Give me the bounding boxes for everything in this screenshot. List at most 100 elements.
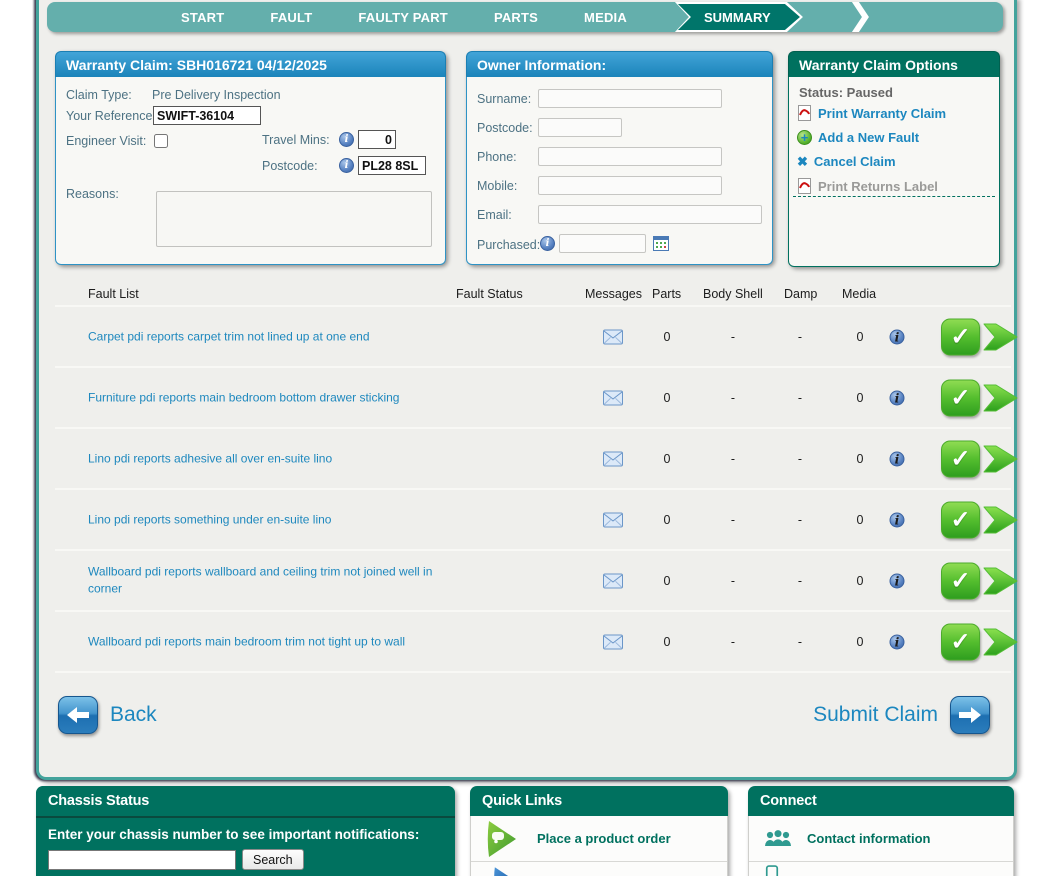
purchased-info-icon[interactable]: i — [540, 236, 555, 251]
chassis-number-input[interactable] — [48, 850, 236, 870]
open-fault-arrow-button[interactable] — [983, 622, 1019, 662]
connect-title: Connect — [760, 793, 817, 809]
messages-icon[interactable] — [603, 329, 623, 344]
engineer-visit-checkbox[interactable] — [154, 134, 168, 148]
open-fault-arrow-button[interactable] — [983, 378, 1019, 418]
open-fault-arrow-button[interactable] — [983, 561, 1019, 601]
info-icon[interactable]: i — [890, 390, 905, 405]
media-count: 0 — [857, 574, 864, 588]
options-panel-header: Warranty Claim Options — [788, 51, 1000, 77]
fault-link[interactable]: Lino pdi reports adhesive all over en-su… — [88, 450, 464, 467]
surname-input[interactable] — [538, 89, 722, 108]
info-icon[interactable]: i — [890, 451, 905, 466]
messages-icon[interactable] — [603, 390, 623, 405]
media-count: 0 — [857, 330, 864, 344]
tab-fault[interactable]: FAULT — [270, 10, 312, 25]
engineer-visit-label: Engineer Visit: — [66, 134, 146, 148]
reasons-textarea[interactable] — [156, 191, 432, 247]
add-new-fault-link[interactable]: + Add a New Fault — [797, 130, 919, 145]
fault-complete-check-button[interactable]: ✓ — [941, 379, 980, 416]
fault-complete-check-button[interactable]: ✓ — [941, 440, 980, 477]
body-shell-value: - — [731, 330, 735, 344]
owner-information-header: Owner Information: — [466, 51, 773, 77]
connect-partial-row[interactable] — [749, 862, 1013, 876]
table-row: Wallboard pdi reports main bedroom trim … — [55, 612, 1011, 673]
messages-icon[interactable] — [603, 512, 623, 527]
phone-input[interactable] — [538, 147, 722, 166]
connect-icon — [763, 865, 781, 876]
owner-postcode-input[interactable] — [538, 118, 622, 137]
purchased-date-input[interactable] — [559, 234, 646, 253]
cancel-claim-link[interactable]: ✖ Cancel Claim — [797, 154, 896, 169]
messages-icon[interactable] — [603, 634, 623, 649]
print-warranty-claim-link[interactable]: Print Warranty Claim — [797, 105, 946, 121]
place-product-order-label: Place a product order — [537, 831, 671, 846]
claim-postcode-input[interactable] — [358, 156, 426, 175]
email-input[interactable] — [538, 205, 762, 224]
tab-start[interactable]: START — [181, 10, 224, 25]
connect-header: Connect — [748, 786, 1014, 816]
parts-count: 0 — [664, 574, 671, 588]
claim-postcode-label: Postcode: — [262, 159, 318, 173]
tab-parts[interactable]: PARTS — [494, 10, 538, 25]
submit-claim-label[interactable]: Submit Claim — [813, 703, 938, 727]
open-fault-arrow-button[interactable] — [983, 317, 1019, 357]
quick-link-partial-row[interactable] — [471, 862, 727, 876]
travel-mins-input[interactable] — [358, 130, 396, 149]
warranty-claim-panel-header: Warranty Claim: SBH016721 04/12/2025 — [55, 51, 446, 77]
fault-link[interactable]: Wallboard pdi reports wallboard and ceil… — [88, 563, 464, 598]
arrow-left-icon — [65, 704, 91, 726]
tab-media[interactable]: MEDIA — [584, 10, 627, 25]
travel-mins-label: Travel Mins: — [262, 133, 330, 147]
contact-information-link[interactable]: Contact information — [749, 816, 1013, 862]
fault-complete-check-button[interactable]: ✓ — [941, 318, 980, 355]
cancel-claim-label: Cancel Claim — [814, 154, 896, 169]
table-row: Wallboard pdi reports wallboard and ceil… — [55, 551, 1011, 612]
your-reference-input[interactable] — [153, 106, 261, 125]
product-order-icon — [485, 819, 519, 859]
back-button[interactable] — [58, 696, 98, 734]
fault-complete-check-button[interactable]: ✓ — [941, 562, 980, 599]
mobile-input[interactable] — [538, 176, 722, 195]
media-count: 0 — [857, 452, 864, 466]
damp-value: - — [798, 574, 802, 588]
contact-information-label: Contact information — [807, 831, 931, 846]
messages-icon[interactable] — [603, 451, 623, 466]
info-icon[interactable]: i — [890, 329, 905, 344]
fault-link[interactable]: Carpet pdi reports carpet trim not lined… — [88, 328, 464, 345]
back-label[interactable]: Back — [110, 703, 157, 727]
fault-link[interactable]: Lino pdi reports something under en-suit… — [88, 511, 464, 528]
warranty-claim-title: Warranty Claim: SBH016721 04/12/2025 — [66, 57, 327, 73]
calendar-icon[interactable] — [653, 235, 670, 257]
warranty-claim-panel: Warranty Claim: SBH016721 04/12/2025 Cla… — [55, 51, 446, 265]
fault-table-header: Fault List Fault Status Messages Parts B… — [55, 283, 1011, 307]
table-row: Lino pdi reports something under en-suit… — [55, 490, 1011, 551]
chassis-search-button[interactable]: Search — [242, 849, 304, 870]
fault-complete-check-button[interactable]: ✓ — [941, 501, 980, 538]
messages-icon[interactable] — [603, 573, 623, 588]
options-divider — [793, 196, 995, 197]
fault-table: Fault List Fault Status Messages Parts B… — [55, 283, 1011, 673]
quick-link-icon — [485, 865, 519, 876]
claim-postcode-info-icon[interactable]: i — [339, 158, 354, 173]
pdf-icon — [797, 178, 812, 194]
open-fault-arrow-button[interactable] — [983, 439, 1019, 479]
info-icon[interactable]: i — [890, 573, 905, 588]
place-product-order-link[interactable]: Place a product order — [471, 816, 727, 862]
reasons-label: Reasons: — [66, 187, 119, 201]
col-parts: Parts — [652, 287, 681, 301]
fault-link[interactable]: Wallboard pdi reports main bedroom trim … — [88, 633, 464, 650]
submit-claim-button[interactable] — [950, 696, 990, 734]
chassis-status-title: Chassis Status — [48, 793, 149, 809]
tab-faulty-part[interactable]: FAULTY PART — [358, 10, 448, 25]
info-icon[interactable]: i — [890, 634, 905, 649]
chassis-prompt: Enter your chassis number to see importa… — [36, 818, 455, 849]
open-fault-arrow-button[interactable] — [983, 500, 1019, 540]
tab-summary-active[interactable]: SUMMARY — [675, 2, 803, 32]
travel-mins-info-icon[interactable]: i — [339, 132, 354, 147]
fault-link[interactable]: Furniture pdi reports main bedroom botto… — [88, 389, 464, 406]
col-media: Media — [842, 287, 876, 301]
info-icon[interactable]: i — [890, 512, 905, 527]
fault-complete-check-button[interactable]: ✓ — [941, 623, 980, 660]
print-returns-label-link[interactable]: Print Returns Label — [797, 178, 938, 194]
